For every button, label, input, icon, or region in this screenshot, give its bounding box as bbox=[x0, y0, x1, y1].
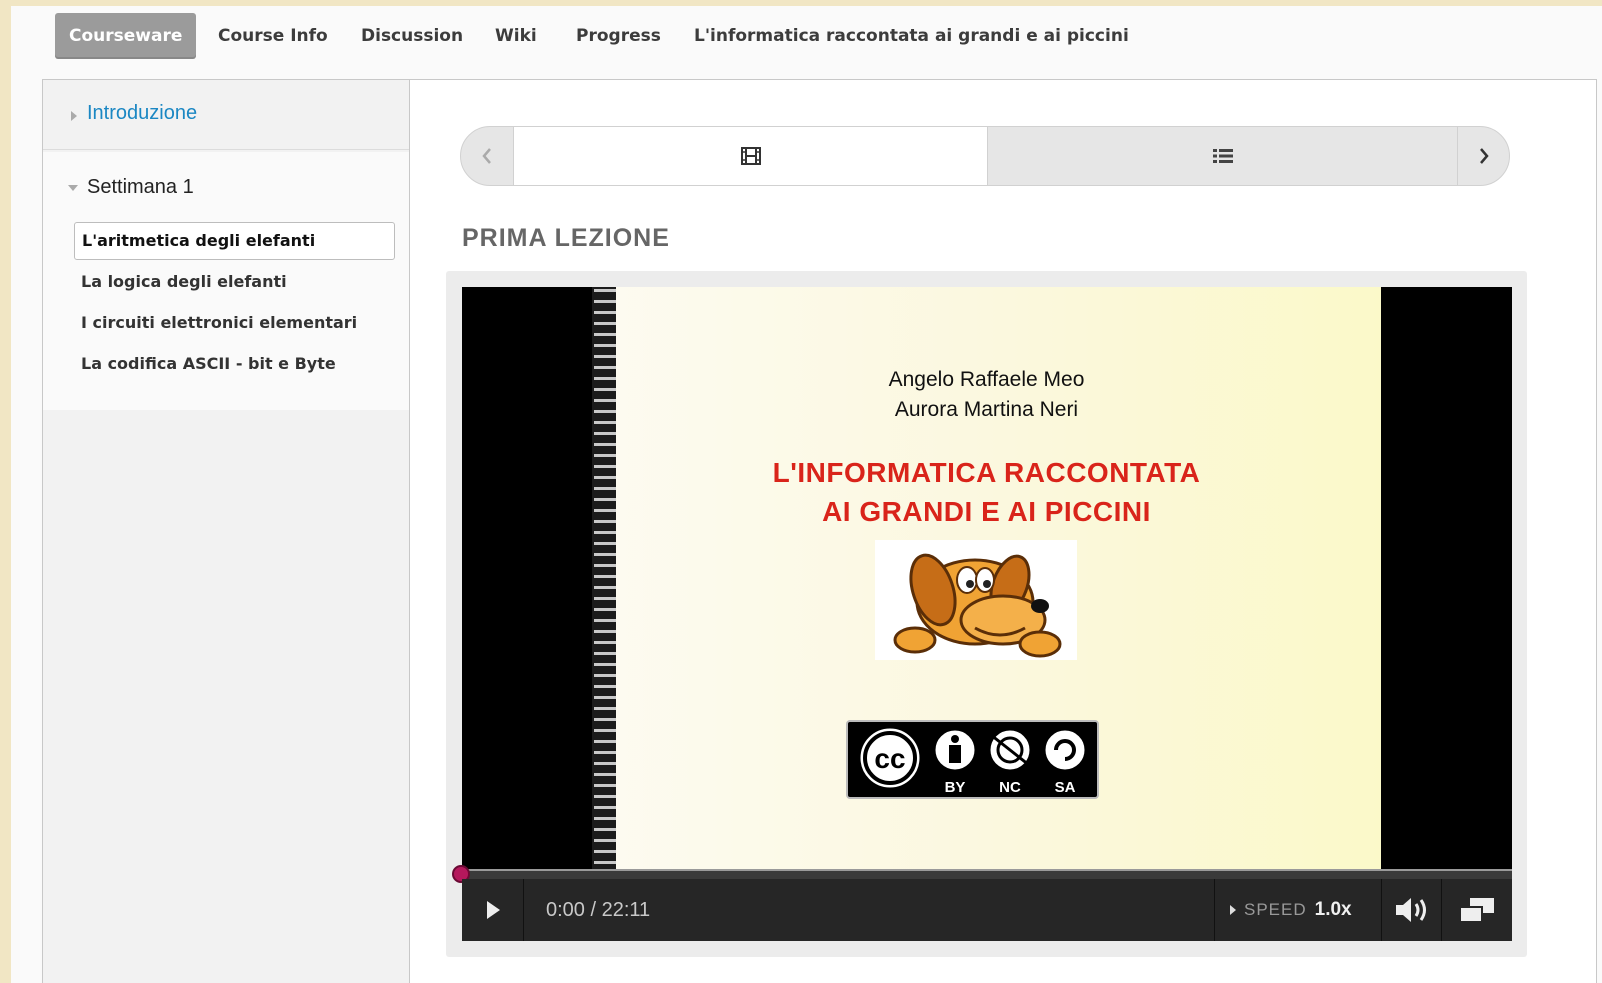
play-icon bbox=[486, 901, 500, 919]
video-progress-slider[interactable] bbox=[452, 865, 1512, 883]
tab-discussion[interactable]: Discussion bbox=[347, 13, 477, 59]
tab-progress[interactable]: Progress bbox=[562, 13, 675, 59]
cc-label: BY bbox=[945, 779, 966, 796]
list-icon bbox=[1213, 149, 1233, 163]
chapter-title[interactable]: Introduzione bbox=[87, 102, 197, 125]
sequence-next-button[interactable] bbox=[1457, 127, 1509, 185]
speed-label: SPEED bbox=[1244, 900, 1307, 919]
sequence-nav bbox=[460, 126, 1510, 186]
fullscreen-icon bbox=[1459, 898, 1494, 923]
volume-icon bbox=[1395, 898, 1426, 922]
speed-button[interactable]: SPEED 1.0x bbox=[1214, 879, 1382, 941]
cc-label: SA bbox=[1055, 779, 1076, 796]
course-frame: Introduzione Settimana 1 L'aritmetica de… bbox=[42, 79, 1597, 983]
fullscreen-button[interactable] bbox=[1442, 879, 1512, 941]
tab-course-info[interactable]: Course Info bbox=[204, 13, 342, 59]
caret-down-icon bbox=[68, 185, 78, 191]
sequence-item-video[interactable] bbox=[513, 127, 988, 185]
speed-value: 1.0x bbox=[1314, 899, 1352, 920]
video-viewport[interactable]: Angelo Raffaele Meo Aurora Martina Neri … bbox=[462, 287, 1512, 869]
slide-title: L'INFORMATICA RACCONTATA AI GRANDI E AI … bbox=[592, 453, 1381, 531]
tab-courseware[interactable]: Courseware bbox=[55, 13, 197, 59]
cc-label: NC bbox=[999, 779, 1021, 796]
unit-title: PRIMA LEZIONE bbox=[462, 224, 670, 252]
chapter-introduzione[interactable]: Introduzione bbox=[43, 80, 409, 150]
video-module: Angelo Raffaele Meo Aurora Martina Neri … bbox=[446, 271, 1527, 957]
dog-illustration bbox=[875, 540, 1077, 660]
course-sidebar: Introduzione Settimana 1 L'aritmetica de… bbox=[43, 80, 410, 983]
caret-right-icon bbox=[71, 111, 77, 121]
caret-right-icon bbox=[1230, 905, 1236, 915]
video-frame-slide: Angelo Raffaele Meo Aurora Martina Neri … bbox=[592, 287, 1381, 869]
lesson-link-aritmetica[interactable]: L'aritmetica degli elefanti bbox=[74, 222, 395, 260]
slide-title-line: L'INFORMATICA RACCONTATA bbox=[772, 457, 1201, 488]
video-time: 0:00 / 22:11 bbox=[546, 899, 651, 921]
play-button[interactable] bbox=[462, 879, 524, 941]
sequence-prev-button[interactable] bbox=[461, 127, 513, 185]
chevron-left-icon bbox=[482, 148, 491, 164]
slide-title-line: AI GRANDI E AI PICCINI bbox=[822, 496, 1151, 527]
course-content: PRIMA LEZIONE Angelo Raffaele Meo Aurora… bbox=[410, 80, 1596, 983]
tab-course-about[interactable]: L'informatica raccontata ai grandi e ai … bbox=[680, 13, 1143, 59]
lesson-link-ascii[interactable]: La codifica ASCII - bit e Byte bbox=[74, 345, 395, 383]
chapter-title[interactable]: Settimana 1 bbox=[87, 176, 194, 199]
svg-text:cc: cc bbox=[874, 743, 905, 774]
slide-author: Angelo Raffaele Meo bbox=[888, 368, 1085, 391]
video-controls: 0:00 / 22:11 SPEED 1.0x bbox=[462, 879, 1512, 941]
page: Courseware Course Info Discussion Wiki P… bbox=[11, 6, 1602, 983]
volume-button[interactable] bbox=[1382, 879, 1442, 941]
lesson-link-logica[interactable]: La logica degli elefanti bbox=[74, 263, 395, 301]
film-icon bbox=[740, 147, 761, 165]
slide-authors: Angelo Raffaele Meo Aurora Martina Neri bbox=[592, 365, 1381, 425]
slide-author: Aurora Martina Neri bbox=[894, 398, 1079, 421]
lesson-link-circuiti[interactable]: I circuiti elettronici elementari bbox=[74, 304, 395, 342]
tab-wiki[interactable]: Wiki bbox=[481, 13, 551, 59]
course-nav: Courseware Course Info Discussion Wiki P… bbox=[11, 6, 1602, 72]
sequence-item-list[interactable] bbox=[988, 127, 1458, 185]
chapter-settimana-1: Settimana 1 L'aritmetica degli elefanti … bbox=[43, 152, 409, 410]
chevron-right-icon bbox=[1479, 148, 1489, 164]
creative-commons-badge: cc BY NC SA bbox=[846, 720, 1099, 799]
